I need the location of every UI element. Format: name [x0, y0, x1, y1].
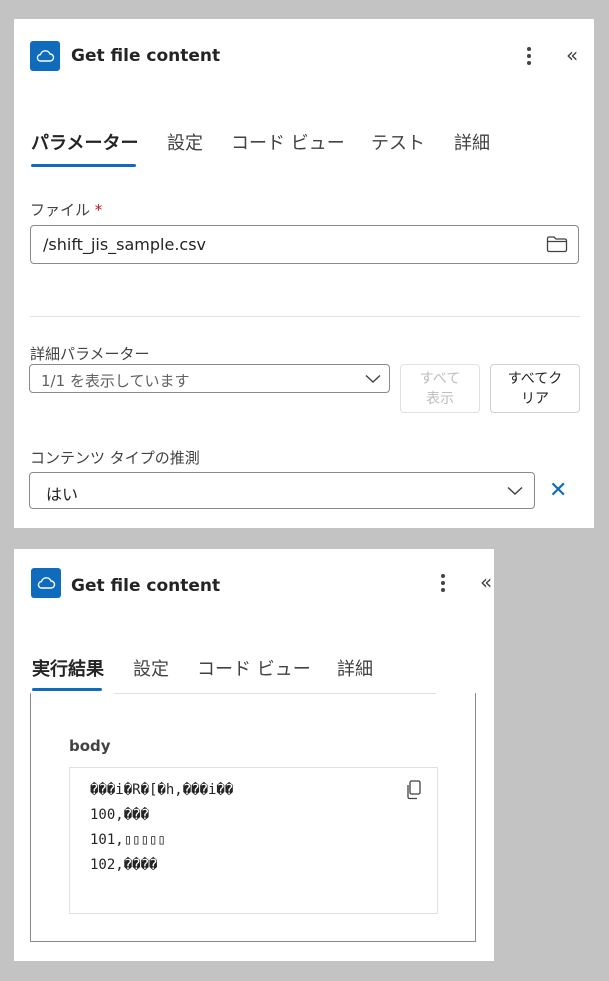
collapse-panel-icon[interactable]: « [480, 570, 492, 594]
cloud-icon [36, 50, 55, 62]
tab-run-results[interactable]: 実行結果 [32, 655, 104, 681]
tab-details[interactable]: 詳細 [337, 655, 373, 681]
clear-all-label-line1: すべてク [507, 370, 563, 387]
clear-all-button[interactable]: すべてク リア [490, 364, 580, 413]
chevron-down-icon [507, 486, 523, 495]
advanced-parameters-dropdown[interactable]: 1/1 を表示しています [29, 364, 390, 393]
content-type-label: コンテンツ タイプの推測 [30, 449, 200, 467]
required-mark: * [94, 201, 103, 219]
dropdown-value: 1/1 を表示しています [41, 372, 190, 390]
file-label-text: ファイル [30, 201, 91, 219]
more-options-icon[interactable] [433, 571, 453, 595]
copy-icon[interactable] [406, 780, 422, 800]
show-all-label-line2: 表示 [426, 390, 454, 407]
content-type-dropdown[interactable]: はい [29, 472, 535, 509]
content-type-value: はい [46, 485, 79, 504]
output-line: 101,▯▯▯▯▯ [90, 832, 166, 848]
chevron-down-icon [365, 374, 381, 383]
remove-parameter-icon[interactable]: ✕ [549, 478, 567, 503]
more-options-icon[interactable] [519, 44, 539, 68]
tab-settings[interactable]: 設定 [133, 655, 169, 681]
show-all-button[interactable]: すべて 表示 [400, 364, 480, 413]
tab-settings[interactable]: 設定 [167, 129, 203, 155]
output-line: 102,���� [90, 857, 158, 873]
tab-test[interactable]: テスト [371, 129, 425, 155]
active-tab-indicator [32, 688, 102, 691]
onedrive-logo-icon [30, 41, 60, 71]
output-line: ���i�R�[�h,���i�� [90, 782, 234, 798]
action-title: Get file content [71, 576, 221, 596]
clear-all-label-line2: リア [521, 390, 549, 407]
advanced-parameters-label: 詳細パラメーター [30, 345, 150, 363]
tab-code-view[interactable]: コード ビュー [197, 655, 311, 681]
output-line: 100,��� [90, 807, 150, 823]
folder-icon[interactable] [546, 235, 568, 253]
output-container: body ���i�R�[�h,���i�� 100,��� 101,▯▯▯▯▯… [30, 693, 476, 942]
section-divider [30, 316, 580, 317]
tab-code-view[interactable]: コード ビュー [231, 129, 345, 155]
file-path-value: /shift_jis_sample.csv [43, 235, 207, 254]
onedrive-logo-icon [31, 568, 61, 598]
parameters-panel: Get file content « パラメーター 設定 コード ビュー テスト… [14, 19, 594, 528]
file-path-input[interactable]: /shift_jis_sample.csv [30, 225, 579, 264]
file-label: ファイル * [30, 199, 102, 220]
tab-parameters[interactable]: パラメーター [31, 129, 138, 155]
active-tab-indicator [31, 164, 136, 167]
body-section-label: body [69, 737, 111, 755]
cloud-icon [37, 577, 56, 589]
tab-details[interactable]: 詳細 [454, 129, 490, 155]
show-all-label-line1: すべて [419, 370, 461, 387]
collapse-panel-icon[interactable]: « [566, 43, 578, 67]
body-output-box: ���i�R�[�h,���i�� 100,��� 101,▯▯▯▯▯ 102,… [69, 767, 438, 914]
action-title: Get file content [71, 46, 221, 66]
results-panel: Get file content « 実行結果 設定 コード ビュー 詳細 bo… [14, 549, 494, 961]
